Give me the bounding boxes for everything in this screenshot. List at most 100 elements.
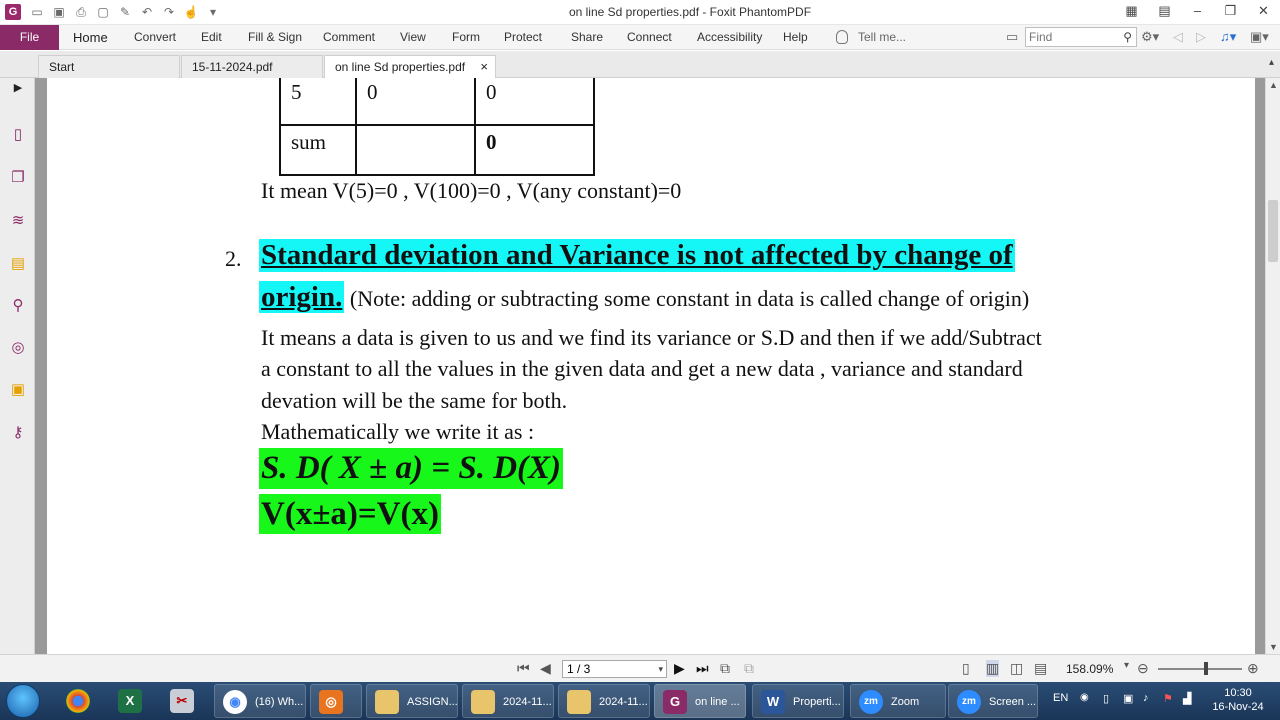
redo-icon[interactable]: ↷ <box>160 3 178 21</box>
menu-help[interactable]: Help <box>783 25 808 50</box>
find-input[interactable] <box>1026 28 1116 46</box>
folder-icon[interactable]: ▭ <box>1006 29 1018 45</box>
scroll-thumb[interactable] <box>1268 200 1278 262</box>
open-folder-icon[interactable]: ▭ <box>28 3 46 21</box>
scroll-up-icon[interactable]: ▲ <box>1269 80 1278 90</box>
signature-icon[interactable]: ◎ <box>8 338 28 358</box>
menu-convert[interactable]: Convert <box>134 25 176 50</box>
new-document-icon[interactable]: ✎ <box>116 3 134 21</box>
first-page-icon[interactable]: ⏮ <box>517 660 530 677</box>
menu-home[interactable]: Home <box>73 25 108 50</box>
tab-15-11-2024[interactable]: 15-11-2024.pdf <box>181 55 323 78</box>
foxit-icon: G <box>663 690 687 714</box>
continuous-page-icon[interactable]: ▥ <box>986 660 1000 677</box>
save-icon[interactable]: ▣ <box>50 3 68 21</box>
language-indicator[interactable]: EN <box>1053 692 1068 704</box>
flag-icon[interactable]: ⚑ <box>1163 692 1173 705</box>
taskbar-item[interactable]: ◎ <box>310 684 362 718</box>
taskbar-item[interactable]: zm Screen ... <box>948 684 1038 718</box>
tell-me-search[interactable]: Tell me... <box>858 25 906 50</box>
menu-comment[interactable]: Comment <box>323 25 375 50</box>
pages-icon[interactable]: ❐ <box>8 168 28 188</box>
clock-time: 10:30 <box>1224 687 1252 699</box>
find-box[interactable]: ⚲ <box>1025 27 1137 47</box>
screenshot-icon[interactable]: ▢ <box>94 3 112 21</box>
zoom-slider-thumb[interactable] <box>1204 662 1208 675</box>
scroll-down-icon[interactable]: ▼ <box>1269 642 1278 652</box>
hand-tool-icon[interactable]: ☝ <box>182 3 200 21</box>
single-page-icon[interactable]: ▯ <box>962 660 970 677</box>
clock[interactable]: 10:30 16-Nov-24 <box>1198 686 1278 714</box>
next-view-icon[interactable]: ⧉ <box>744 660 754 677</box>
taskbar-item[interactable]: G on line ... <box>654 684 746 718</box>
menu-accessibility[interactable]: Accessibility <box>697 25 762 50</box>
device-tray-icon[interactable]: ▯ <box>1103 692 1109 705</box>
folder-icon <box>375 690 399 714</box>
minimize-button[interactable]: – <box>1181 0 1214 24</box>
start-button[interactable] <box>6 684 40 718</box>
zoom-dropdown-icon[interactable]: ▾ <box>1124 660 1129 671</box>
zoom-out-icon[interactable]: ⊖ <box>1137 660 1149 677</box>
chrome-taskbar-icon[interactable] <box>58 684 106 718</box>
menu-form[interactable]: Form <box>452 25 480 50</box>
close-tab-icon[interactable]: × <box>480 56 488 78</box>
taskbar-item[interactable]: W Properti... <box>752 684 844 718</box>
search-icon[interactable]: ⚲ <box>1123 30 1132 44</box>
taskbar-item[interactable]: 2024-11... <box>558 684 650 718</box>
menu-fill-sign[interactable]: Fill & Sign <box>248 25 302 50</box>
qat-dropdown-icon[interactable]: ▾ <box>204 3 222 21</box>
maximize-button[interactable]: ❐ <box>1214 0 1247 24</box>
comments-icon[interactable]: ▤ <box>8 254 28 274</box>
page-dropdown-icon[interactable]: ▾ <box>658 661 663 677</box>
network-tray-icon[interactable]: ▣ <box>1123 692 1133 705</box>
bell-icon[interactable]: ♫▾ <box>1220 29 1236 45</box>
forward-arrow-icon[interactable]: ▷ <box>1196 29 1206 45</box>
undo-icon[interactable]: ↶ <box>138 3 156 21</box>
gear-icon[interactable]: ⚙▾ <box>1141 29 1159 45</box>
next-page-icon[interactable]: ▶ <box>674 660 685 677</box>
vertical-scrollbar[interactable]: ▲ ▼ <box>1265 78 1280 654</box>
close-button[interactable]: ✕ <box>1247 0 1280 24</box>
recorder-icon: ◎ <box>319 690 343 714</box>
snipping-tool-taskbar-icon[interactable]: ✂ <box>162 684 210 718</box>
menu-share[interactable]: Share <box>571 25 603 50</box>
menu-connect[interactable]: Connect <box>627 25 672 50</box>
bookmark-icon[interactable]: ▯ <box>8 125 28 145</box>
expand-panel-icon[interactable]: ▶ <box>8 78 28 98</box>
tab-on-line-sd-properties[interactable]: on line Sd properties.pdf × <box>324 55 496 78</box>
tab-list-dropdown-icon[interactable]: ▴ <box>1269 57 1274 68</box>
tab-start[interactable]: Start <box>38 55 180 78</box>
zoom-level[interactable]: 158.09% <box>1066 662 1113 676</box>
layers-icon[interactable]: ≋ <box>8 211 28 231</box>
file-menu-button[interactable]: File <box>0 25 59 50</box>
layout-icon[interactable]: ▦ <box>1115 0 1148 24</box>
restore-ribbon-icon[interactable]: ▤ <box>1148 0 1181 24</box>
zoom-in-icon[interactable]: ⊕ <box>1247 660 1259 677</box>
zoom-slider[interactable] <box>1158 668 1242 670</box>
excel-taskbar-icon[interactable]: X <box>110 684 158 718</box>
back-arrow-icon[interactable]: ◁ <box>1173 29 1183 45</box>
menu-edit[interactable]: Edit <box>201 25 222 50</box>
last-page-icon[interactable]: ⏭ <box>696 660 709 677</box>
search-user-icon[interactable]: ⚷ <box>8 423 28 443</box>
facing-page-icon[interactable]: ◫ <box>1010 660 1023 677</box>
lock-icon[interactable]: ▣ <box>8 380 28 400</box>
previous-view-icon[interactable]: ⧉ <box>720 660 730 677</box>
user-icon[interactable]: ▣▾ <box>1250 29 1269 45</box>
page-number-field[interactable]: 1 / 3 ▾ <box>562 660 667 678</box>
taskbar-item[interactable]: zm Zoom <box>850 684 946 718</box>
previous-page-icon[interactable]: ◀ <box>540 660 551 677</box>
menu-protect[interactable]: Protect <box>504 25 542 50</box>
zoom-tray-icon[interactable]: ◉ <box>1080 692 1089 703</box>
print-icon[interactable]: ⎙ <box>72 3 90 21</box>
signal-icon[interactable]: ▟ <box>1183 692 1191 705</box>
taskbar-item[interactable]: ◉ (16) Wh... <box>214 684 306 718</box>
tab-label: on line Sd properties.pdf <box>335 60 466 74</box>
volume-icon[interactable]: ♪ <box>1143 692 1149 704</box>
attachment-icon[interactable]: ⚲ <box>8 296 28 316</box>
taskbar-item[interactable]: ASSIGN... <box>366 684 458 718</box>
menu-view[interactable]: View <box>400 25 426 50</box>
windows-taskbar: X ✂ ◉ (16) Wh... ◎ ASSIGN... 2024-11... … <box>0 682 1280 720</box>
taskbar-item[interactable]: 2024-11... <box>462 684 554 718</box>
continuous-facing-icon[interactable]: ▤ <box>1034 660 1047 677</box>
